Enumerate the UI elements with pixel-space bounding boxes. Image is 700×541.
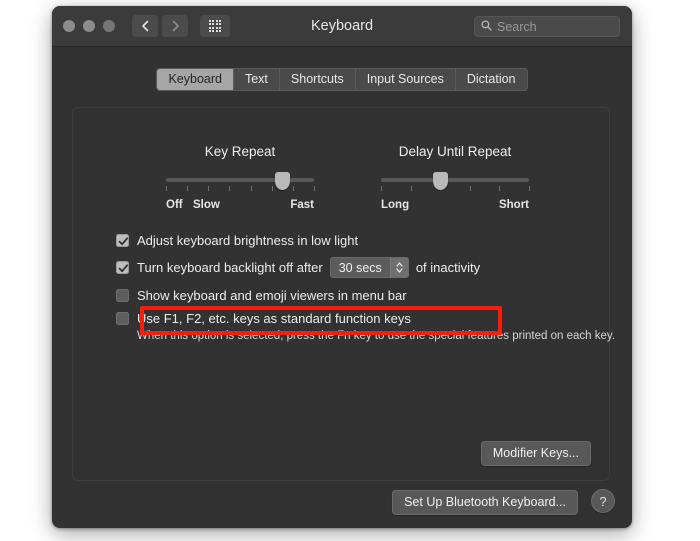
delay-min-label: Long bbox=[381, 199, 410, 211]
keyboard-settings-panel: Key Repeat Off Slow Fast Delay Until Rep… bbox=[72, 107, 615, 481]
function-keys-label: Use F1, F2, etc. keys as standard functi… bbox=[137, 311, 411, 326]
delay-until-repeat-labels: Long Short bbox=[381, 199, 529, 213]
delay-until-repeat-slider-group: Delay Until Repeat Long Short bbox=[381, 144, 530, 213]
checkbox-row-adjust-brightness[interactable]: Adjust keyboard brightness in low light bbox=[116, 233, 358, 248]
setup-bluetooth-keyboard-button[interactable]: Set Up Bluetooth Keyboard... bbox=[392, 490, 578, 515]
forward-button[interactable] bbox=[162, 15, 188, 37]
slider-ticks bbox=[166, 186, 315, 191]
key-repeat-max-label: Fast bbox=[290, 199, 314, 211]
adjust-brightness-label: Adjust keyboard brightness in low light bbox=[137, 233, 359, 248]
tab-shortcuts[interactable]: Shortcuts bbox=[280, 69, 356, 90]
delay-until-repeat-title: Delay Until Repeat bbox=[398, 144, 512, 159]
checkbox-row-show-viewers[interactable]: Show keyboard and emoji viewers in menu … bbox=[116, 288, 407, 303]
search-icon bbox=[481, 18, 492, 36]
key-repeat-second-label: Slow bbox=[193, 199, 220, 211]
traffic-light-group bbox=[63, 20, 115, 32]
backlight-delay-stepper[interactable]: 30 secs bbox=[329, 257, 409, 278]
delay-until-repeat-slider-thumb[interactable] bbox=[432, 172, 448, 190]
slider-ticks bbox=[381, 186, 530, 191]
search-input[interactable]: Search bbox=[474, 16, 620, 37]
delay-until-repeat-slider[interactable] bbox=[381, 172, 530, 195]
backlight-delay-value: 30 secs bbox=[338, 260, 382, 275]
minimize-button[interactable] bbox=[83, 20, 95, 32]
slider-track bbox=[166, 178, 314, 182]
tab-bar: Keyboard Text Shortcuts Input Sources Di… bbox=[52, 68, 632, 91]
show-all-grid-icon bbox=[208, 19, 222, 33]
modifier-keys-button[interactable]: Modifier Keys... bbox=[480, 441, 591, 466]
navigation-buttons bbox=[132, 15, 188, 37]
adjust-brightness-checkbox[interactable] bbox=[116, 234, 129, 247]
function-keys-help-text: When this option is selected, press the … bbox=[137, 330, 615, 342]
tab-input-sources[interactable]: Input Sources bbox=[356, 69, 456, 90]
backlight-off-checkbox[interactable] bbox=[116, 261, 129, 274]
key-repeat-slider-group: Key Repeat Off Slow Fast bbox=[166, 144, 315, 213]
chevron-right-icon bbox=[171, 20, 180, 32]
slider-track bbox=[381, 178, 529, 182]
help-button[interactable]: ? bbox=[591, 489, 615, 513]
show-viewers-label: Show keyboard and emoji viewers in menu … bbox=[137, 288, 407, 303]
search-placeholder: Search bbox=[497, 19, 537, 34]
tab-dictation[interactable]: Dictation bbox=[456, 69, 527, 90]
key-repeat-labels: Off Slow Fast bbox=[166, 199, 314, 213]
tab-keyboard[interactable]: Keyboard bbox=[157, 69, 234, 90]
show-all-button[interactable] bbox=[200, 15, 230, 37]
key-repeat-slider[interactable] bbox=[166, 172, 315, 195]
close-button[interactable] bbox=[63, 20, 75, 32]
checkbox-row-function-keys[interactable]: Use F1, F2, etc. keys as standard functi… bbox=[116, 311, 411, 326]
window-titlebar: Keyboard Search bbox=[52, 6, 632, 47]
zoom-button[interactable] bbox=[103, 20, 115, 32]
key-repeat-min-label: Off bbox=[166, 199, 183, 211]
preferences-body: Keyboard Text Shortcuts Input Sources Di… bbox=[52, 47, 632, 528]
chevron-left-icon bbox=[141, 20, 150, 32]
back-button[interactable] bbox=[132, 15, 158, 37]
keyboard-preferences-window: Keyboard Search Keyboard Text Shortcuts … bbox=[52, 6, 632, 528]
key-repeat-title: Key Repeat bbox=[204, 144, 276, 159]
tab-text[interactable]: Text bbox=[234, 69, 280, 90]
window-bottom-bar: Set Up Bluetooth Keyboard... ? bbox=[52, 482, 632, 528]
show-viewers-checkbox[interactable] bbox=[116, 289, 129, 302]
delay-max-label: Short bbox=[498, 199, 529, 211]
checkbox-row-backlight-off[interactable]: Turn keyboard backlight off after 30 sec… bbox=[116, 257, 480, 278]
function-keys-checkbox[interactable] bbox=[116, 312, 129, 325]
stepper-up-down-icon[interactable] bbox=[389, 258, 408, 277]
backlight-off-label-before: Turn keyboard backlight off after bbox=[137, 260, 323, 275]
backlight-off-label-after: of inactivity bbox=[415, 260, 481, 275]
